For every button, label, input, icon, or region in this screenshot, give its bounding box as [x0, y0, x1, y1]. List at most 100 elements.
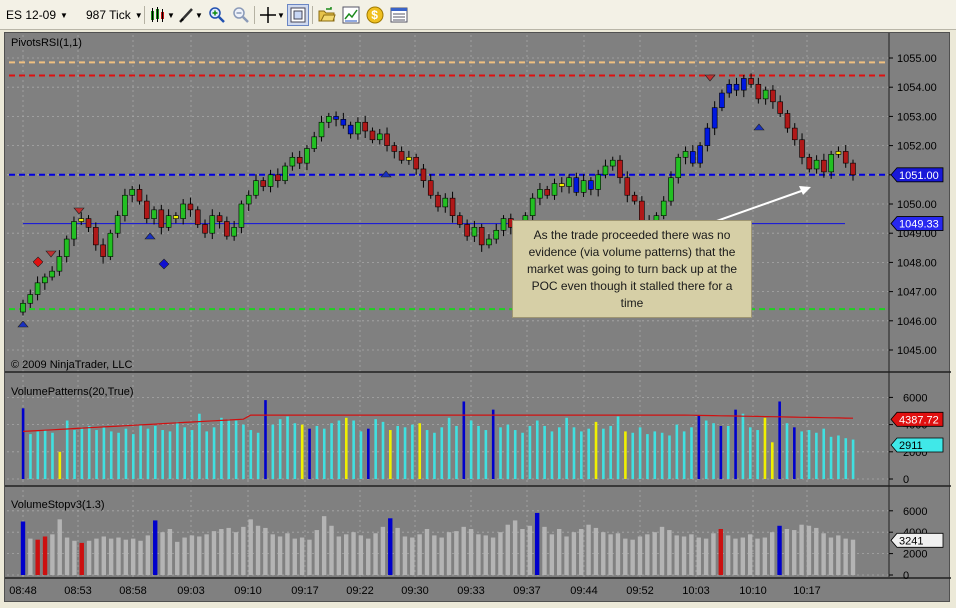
volume-bar: [433, 432, 436, 479]
volume-bar: [646, 434, 649, 479]
candle-body: [835, 151, 842, 155]
instrument-selector[interactable]: ES 12-09 ▼: [6, 5, 68, 25]
candle: [500, 215, 507, 237]
stop-bar: [72, 540, 77, 575]
candle: [544, 185, 550, 199]
candle-body: [733, 83, 740, 91]
strategies-button[interactable]: $: [366, 5, 384, 25]
chart-area[interactable]: 08:48 08:53 08:58 09:03 09:10 09:17 09:22 09:30…: [4, 32, 951, 603]
candle-body: [660, 200, 667, 216]
candle: [34, 276, 41, 301]
volume-bar: [690, 427, 693, 479]
draw-tool-button[interactable]: ▼: [178, 5, 204, 25]
candle-body: [20, 302, 26, 313]
volume-bar: [616, 416, 620, 479]
stop-bar: [512, 520, 518, 575]
candle-body: [296, 156, 303, 164]
volume-bar: [557, 427, 561, 479]
candle-body: [617, 159, 623, 179]
stop-bar: [689, 534, 694, 575]
candle: [631, 191, 638, 205]
candle: [704, 123, 711, 152]
stop-last-badge: 3241: [890, 532, 944, 548]
candle: [151, 206, 157, 225]
candle: [464, 219, 470, 241]
buy-signal-marker: [17, 320, 29, 328]
stop-bar: [520, 528, 525, 575]
candle: [850, 159, 856, 181]
candle-body: [675, 156, 682, 179]
candle-body: [828, 154, 834, 173]
stop-bar: [358, 535, 364, 575]
volume-bar: [785, 423, 789, 479]
x-axis-label: 10:10: [739, 585, 767, 597]
candle: [216, 212, 223, 229]
chart-properties-button[interactable]: [342, 5, 360, 25]
stop-bar: [542, 526, 547, 575]
stop-bar: [718, 528, 723, 575]
candle: [660, 196, 667, 220]
volume-bar: [403, 427, 407, 479]
volume-last-badge-text: 2911: [899, 440, 923, 452]
zoom-out-button[interactable]: [232, 5, 250, 25]
candle-body: [551, 183, 558, 196]
stop-bar: [94, 538, 99, 575]
volume-bar: [322, 428, 326, 479]
volume-average-badge: 4387.72: [890, 411, 944, 427]
price-axis-label: 1054.00: [897, 82, 937, 94]
stop-bar: [534, 512, 540, 575]
candle: [762, 86, 769, 105]
crosshair-button[interactable]: ▼: [259, 5, 285, 25]
candle-body: [78, 218, 85, 222]
candle-body: [362, 121, 368, 132]
candle: [20, 299, 26, 316]
candle-body: [326, 116, 332, 123]
candle: [420, 163, 427, 188]
candle: [755, 77, 762, 104]
candle-body: [668, 177, 674, 202]
stop-bar: [696, 537, 701, 575]
candle-body: [158, 209, 165, 228]
stop-bar: [241, 526, 246, 575]
candle-body: [42, 276, 48, 284]
volume-bar: [212, 427, 216, 479]
stop-bar: [417, 534, 422, 575]
bar-chart-style-button[interactable]: ▼: [150, 5, 176, 25]
candle-body: [260, 180, 267, 187]
stop-bar: [108, 538, 114, 575]
zoom-in-button[interactable]: [208, 5, 226, 25]
list-button[interactable]: [390, 5, 408, 25]
volume-bar: [726, 425, 730, 479]
stop-bar: [762, 537, 768, 575]
period-selector[interactable]: 987 Tick ▼: [86, 5, 143, 25]
candle: [668, 171, 674, 206]
volume-bar: [550, 431, 554, 479]
candle: [63, 235, 70, 263]
candle-body: [85, 218, 92, 228]
volume-bar: [109, 431, 113, 479]
stop-bar: [674, 535, 679, 575]
price-axis-label: 1052.00: [897, 141, 937, 153]
candle-body: [289, 156, 296, 167]
stop-panel-label: VolumeStopv3(1.3): [11, 499, 105, 511]
candle-body: [100, 244, 106, 257]
stop-bar: [329, 525, 334, 575]
stop-bar: [351, 532, 356, 575]
candle-body: [93, 227, 99, 246]
candle: [173, 212, 179, 224]
x-axis-label: 09:33: [457, 585, 485, 597]
poc-price-badge-text: 1049.33: [899, 219, 939, 231]
volume-bar: [565, 417, 568, 479]
volume-bar: [748, 427, 752, 479]
candle: [122, 188, 128, 222]
volume-bar: [469, 420, 473, 479]
candle: [340, 112, 347, 129]
chart-canvas[interactable]: 08:48 08:53 08:58 09:03 09:10 09:17 09:22 09:30…: [5, 33, 951, 603]
open-folder-button[interactable]: [318, 5, 336, 25]
candle: [362, 115, 368, 139]
data-box-button[interactable]: [287, 4, 309, 26]
candle-body: [537, 189, 543, 199]
list-icon: [390, 7, 408, 23]
candle-body: [384, 133, 390, 146]
bar-chart-style-icon: ▼: [151, 7, 175, 22]
